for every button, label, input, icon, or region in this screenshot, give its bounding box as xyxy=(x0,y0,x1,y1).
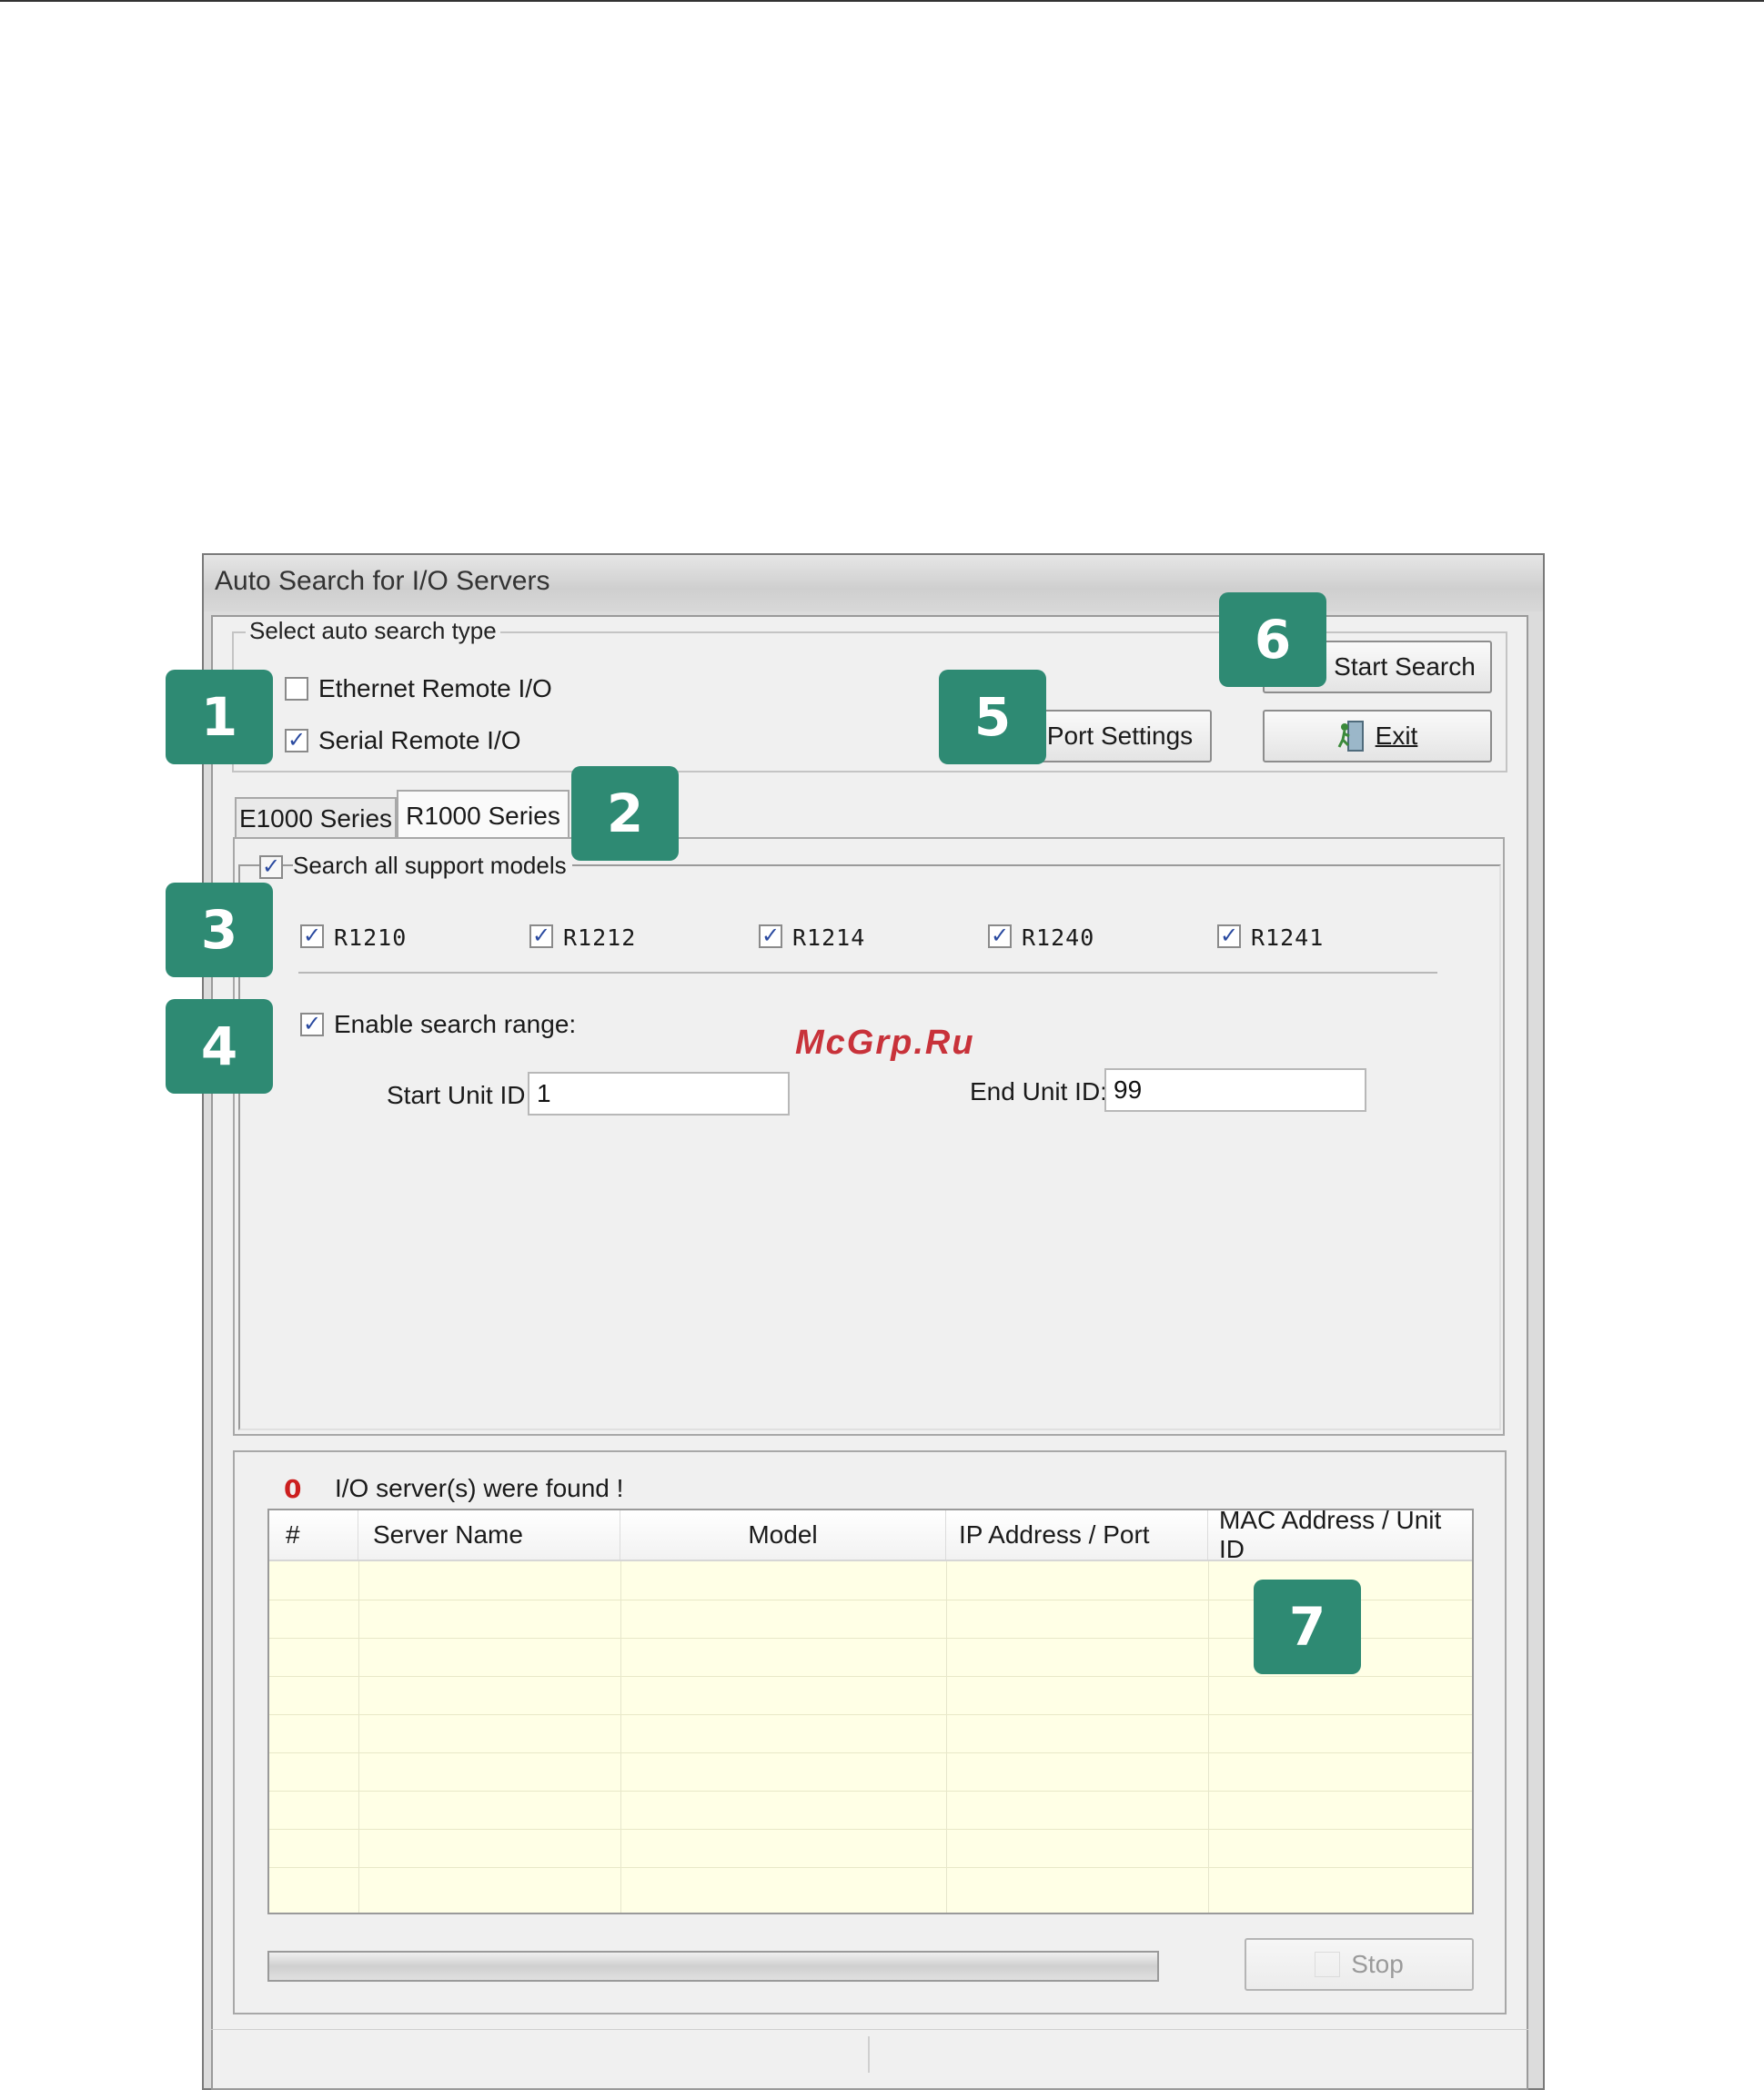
model-r1210-checkbox[interactable]: ✓ xyxy=(300,924,324,948)
exit-button[interactable]: Exit xyxy=(1263,710,1492,762)
column-header-ip-port[interactable]: IP Address / Port xyxy=(946,1510,1208,1560)
callout-badge-2: 2 xyxy=(571,766,679,861)
model-r1212-label: R1212 xyxy=(563,924,637,951)
column-divider xyxy=(1208,1561,1209,1913)
search-progress-bar xyxy=(267,1951,1159,1982)
model-r1210-label: R1210 xyxy=(334,924,408,951)
search-all-models-label: Search all support models xyxy=(293,852,572,880)
callout-badge-5: 5 xyxy=(939,670,1046,764)
row-divider xyxy=(269,1829,1472,1830)
exit-label: Exit xyxy=(1375,722,1418,750)
checkmark-icon: ✓ xyxy=(302,924,322,948)
exit-door-icon xyxy=(1337,721,1364,752)
model-r1241-checkbox[interactable]: ✓ xyxy=(1217,924,1241,948)
serial-remote-io-label: Serial Remote I/O xyxy=(318,726,521,754)
serial-remote-io-checkbox[interactable]: ✓ xyxy=(285,729,308,752)
status-bar-separator xyxy=(868,2036,870,2073)
model-r1240-label: R1240 xyxy=(1022,924,1095,951)
checkmark-icon: ✓ xyxy=(302,1012,322,1036)
column-divider xyxy=(946,1561,947,1913)
column-header-text: Server Name xyxy=(373,1520,523,1549)
end-unit-id-input[interactable] xyxy=(1104,1068,1366,1112)
row-divider xyxy=(269,1676,1472,1677)
search-type-legend: Select auto search type xyxy=(246,617,500,645)
column-header-text: MAC Address / Unit ID xyxy=(1219,1509,1442,1563)
window-title: Auto Search for I/O Servers xyxy=(215,566,550,596)
model-r1241-label: R1241 xyxy=(1251,924,1325,951)
watermark-text: McGrp.Ru xyxy=(795,1024,975,1062)
start-unit-id-label: Start Unit ID: xyxy=(387,1081,533,1109)
models-divider xyxy=(298,972,1437,974)
port-settings-button[interactable]: Port Settings xyxy=(1028,710,1212,762)
column-header-server-name[interactable]: Server Name xyxy=(358,1510,620,1560)
stop-label: Stop xyxy=(1351,1950,1404,1978)
tab-e1000-series[interactable]: E1000 Series xyxy=(235,797,397,839)
column-header-text: # xyxy=(286,1520,300,1549)
callout-badge-3: 3 xyxy=(166,883,273,977)
callout-badge-4: 4 xyxy=(166,999,273,1094)
checkmark-icon: ✓ xyxy=(990,924,1010,948)
ethernet-remote-io-label: Ethernet Remote I/O xyxy=(318,674,552,702)
checkmark-icon: ✓ xyxy=(261,854,281,879)
column-divider xyxy=(620,1561,621,1913)
results-table[interactable]: # Server Name Model IP Address / Port MA… xyxy=(267,1509,1474,1914)
start-unit-id-input[interactable] xyxy=(528,1072,790,1116)
row-divider xyxy=(269,1714,1472,1715)
row-divider xyxy=(269,1791,1472,1792)
column-divider xyxy=(358,1561,359,1913)
column-header-model[interactable]: Model xyxy=(620,1510,946,1560)
checkmark-icon: ✓ xyxy=(1219,924,1239,948)
ethernet-remote-io-checkbox[interactable] xyxy=(285,677,308,701)
results-table-header: # Server Name Model IP Address / Port MA… xyxy=(269,1510,1472,1563)
column-header-mac-unit[interactable]: MAC Address / Unit ID xyxy=(1208,1510,1472,1563)
model-r1214-checkbox[interactable]: ✓ xyxy=(759,924,782,948)
status-bar-top-line xyxy=(211,2029,1528,2030)
model-r1212-checkbox[interactable]: ✓ xyxy=(529,924,553,948)
model-r1240-checkbox[interactable]: ✓ xyxy=(988,924,1012,948)
row-divider xyxy=(269,1867,1472,1868)
row-divider xyxy=(269,1752,1472,1753)
callout-badge-1: 1 xyxy=(166,670,273,764)
port-settings-label: Port Settings xyxy=(1046,722,1194,750)
stop-button[interactable]: Stop xyxy=(1245,1938,1474,1991)
checkmark-icon: ✓ xyxy=(761,924,781,948)
checkmark-icon: ✓ xyxy=(531,924,551,948)
tab-r1000-series[interactable]: R1000 Series xyxy=(397,790,570,841)
callout-badge-7: 7 xyxy=(1254,1580,1361,1674)
page-top-rule xyxy=(0,0,1764,2)
start-search-label: Start Search xyxy=(1334,652,1476,681)
found-count: 0 xyxy=(284,1474,302,1504)
search-all-models-checkbox[interactable]: ✓ xyxy=(259,855,283,879)
checkmark-icon: ✓ xyxy=(287,728,307,752)
end-unit-id-label: End Unit ID: xyxy=(970,1077,1107,1106)
column-header-text: Model xyxy=(748,1520,818,1549)
found-text: I/O server(s) were found ! xyxy=(335,1474,624,1502)
column-header-text: IP Address / Port xyxy=(959,1520,1150,1549)
stop-icon-placeholder xyxy=(1315,1952,1341,1977)
enable-search-range-label: Enable search range: xyxy=(334,1010,577,1038)
tab-r1000-label: R1000 Series xyxy=(406,802,560,830)
model-r1214-label: R1214 xyxy=(792,924,866,951)
callout-badge-6: 6 xyxy=(1219,592,1326,687)
enable-search-range-checkbox[interactable]: ✓ xyxy=(300,1013,324,1036)
tab-e1000-label: E1000 Series xyxy=(238,804,393,833)
column-header-index[interactable]: # xyxy=(269,1510,358,1560)
